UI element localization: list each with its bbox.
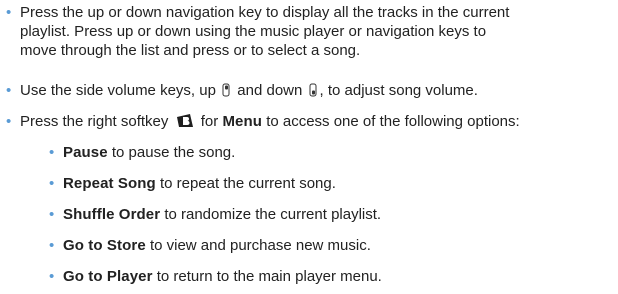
option-item: • Go to Player to return to the main pla… (49, 267, 382, 286)
item-text: , to adjust song volume. (319, 82, 478, 99)
volume-down-key-icon (309, 83, 317, 97)
option-text: to randomize the current playlist. (164, 206, 382, 223)
bullet: • (49, 144, 55, 161)
option-name: Shuffle Order (63, 206, 161, 223)
item-text-line: playlist. Press up or down using the mus… (20, 23, 487, 40)
item-text: to access one of the following options: (266, 113, 520, 130)
right-softkey-icon (176, 114, 193, 127)
option-item: • Go to Store to view and purchase new m… (49, 236, 371, 255)
option-text: to view and purchase new music. (149, 237, 371, 254)
bullet: • (6, 4, 12, 21)
volume-up-key-icon (222, 83, 230, 97)
item-text-line: move through the list and press or to se… (20, 42, 361, 59)
option-text: to return to the main player menu. (156, 268, 382, 285)
option-item: • Repeat Song to repeat the current song… (49, 174, 336, 193)
item-text: for (200, 113, 219, 130)
list-item-menu: • Press the right softkey for Menu to ac… (6, 112, 520, 131)
bullet: • (49, 175, 55, 192)
item-text-line: Press the up or down navigation key to d… (20, 4, 510, 21)
option-text: to pause the song. (111, 144, 236, 161)
option-name: Go to Player (63, 268, 153, 285)
item-text: Press the right softkey (20, 113, 169, 130)
bullet: • (49, 206, 55, 223)
list-item-tracks: • Press the up or down navigation key to… (6, 3, 510, 60)
item-text: Use the side volume keys, up (20, 82, 216, 99)
option-name: Pause (63, 144, 108, 161)
bullet: • (49, 237, 55, 254)
list-item-volume: • Use the side volume keys, up and down … (6, 81, 478, 100)
item-text: and down (237, 82, 303, 99)
menu-label: Menu (222, 113, 263, 130)
bullet: • (6, 82, 12, 99)
option-name: Go to Store (63, 237, 146, 254)
option-name: Repeat Song (63, 175, 156, 192)
option-item: • Shuffle Order to randomize the current… (49, 205, 382, 224)
option-item: • Pause to pause the song. (49, 143, 236, 162)
bullet: • (49, 268, 55, 285)
option-text: to repeat the current song. (159, 175, 336, 192)
bullet: • (6, 113, 12, 130)
